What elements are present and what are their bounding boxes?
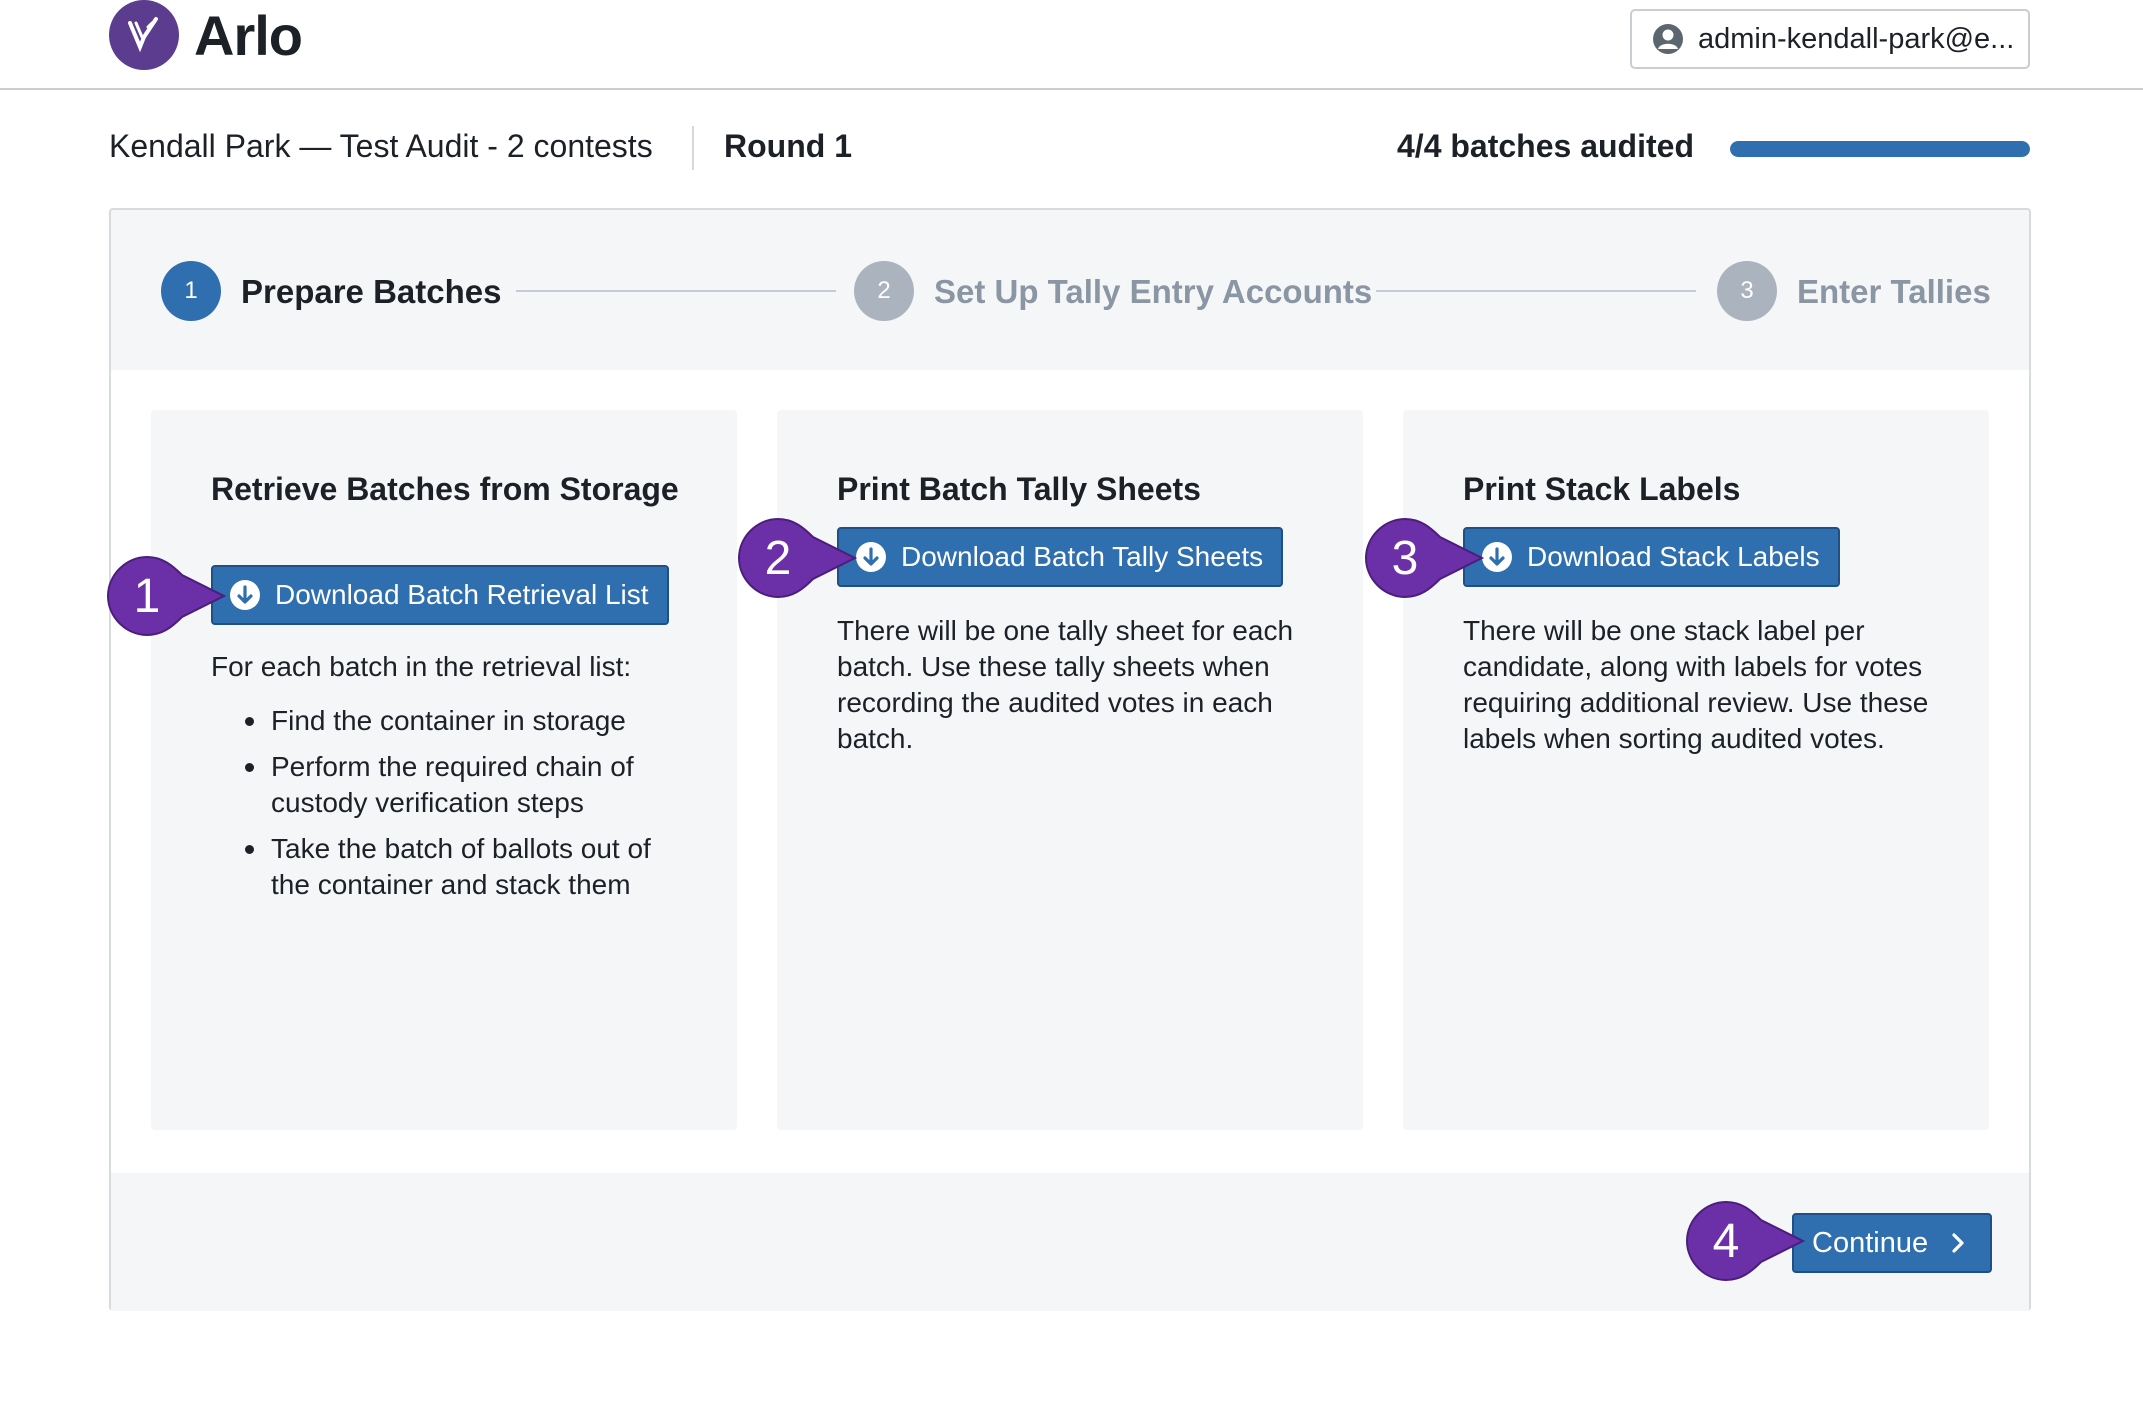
- callout-number: 3: [1391, 531, 1419, 585]
- steps-body: Retrieve Batches from Storage Download B…: [111, 370, 2029, 1173]
- download-batch-retrieval-list-button[interactable]: Download Batch Retrieval List: [211, 565, 669, 625]
- step-2-circle: 2: [854, 261, 914, 321]
- callout-number: 1: [133, 569, 161, 623]
- button-label: Download Batch Retrieval List: [275, 579, 649, 610]
- progress-bar: [1730, 141, 2030, 157]
- panel-title: Print Batch Tally Sheets: [837, 471, 1201, 507]
- step-connector: [516, 290, 836, 292]
- step-3-label: Enter Tallies: [1797, 273, 1991, 310]
- step-1-circle: 1: [161, 261, 221, 321]
- audit-name: Kendall Park — Test Audit - 2 contests: [109, 128, 653, 164]
- step-connector: [1376, 290, 1696, 292]
- continue-button[interactable]: Continue: [1792, 1213, 1992, 1273]
- arlo-logo[interactable]: Arlo: [109, 0, 303, 70]
- list-item: Perform the required chain of custody ve…: [211, 749, 691, 821]
- download-stack-labels-button[interactable]: Download Stack Labels: [1463, 527, 1840, 587]
- top-navbar: Arlo admin-kendall-park@e...: [0, 0, 2143, 90]
- button-label: Download Batch Tally Sheets: [901, 541, 1264, 572]
- user-menu-button[interactable]: admin-kendall-park@e...: [1630, 9, 2030, 69]
- arlo-logo-icon: [109, 0, 179, 70]
- list-item: Find the container in storage: [211, 703, 691, 739]
- callout-number: 2: [764, 531, 792, 585]
- callout-badge-3: 3: [1364, 517, 1494, 599]
- step-indicator: 1 Prepare Batches 2 Set Up Tally Entry A…: [111, 210, 2029, 370]
- retrieval-steps-list: Find the container in storage Perform th…: [211, 703, 691, 913]
- panel-retrieve-batches: Retrieve Batches from Storage Download B…: [151, 410, 737, 1130]
- callout-badge-1: 1: [106, 555, 236, 637]
- button-label: Download Stack Labels: [1527, 541, 1820, 572]
- panel-title: Retrieve Batches from Storage: [211, 471, 679, 507]
- callout-badge-2: 2: [737, 517, 867, 599]
- download-batch-tally-sheets-button[interactable]: Download Batch Tally Sheets: [837, 527, 1284, 587]
- header-divider: [692, 126, 694, 170]
- progress-text: 4/4 batches audited: [1397, 128, 1694, 164]
- step-1-label: Prepare Batches: [241, 273, 502, 310]
- step-3-circle: 3: [1717, 261, 1777, 321]
- user-icon: [1652, 23, 1684, 55]
- callout-number: 4: [1712, 1214, 1740, 1268]
- step-2-label: Set Up Tally Entry Accounts: [934, 273, 1373, 310]
- panel-description: There will be one tally sheet for each b…: [837, 615, 1294, 754]
- user-email: admin-kendall-park@e...: [1698, 22, 2015, 55]
- app-name: Arlo: [194, 3, 303, 67]
- panel-description: For each batch in the retrieval list:: [211, 651, 632, 682]
- list-item: Take the batch of ballots out of the con…: [211, 831, 691, 903]
- callout-badge-4: 4: [1685, 1200, 1815, 1282]
- panel-title: Print Stack Labels: [1463, 471, 1741, 507]
- chevron-right-icon: [1948, 1231, 1968, 1255]
- round-label: Round 1: [724, 128, 852, 164]
- progress-bar-fill: [1730, 141, 2030, 157]
- button-label: Continue: [1812, 1226, 1929, 1259]
- panel-description: There will be one stack label per candid…: [1463, 615, 1929, 754]
- prepare-batches-card: 1 Prepare Batches 2 Set Up Tally Entry A…: [109, 208, 2031, 1311]
